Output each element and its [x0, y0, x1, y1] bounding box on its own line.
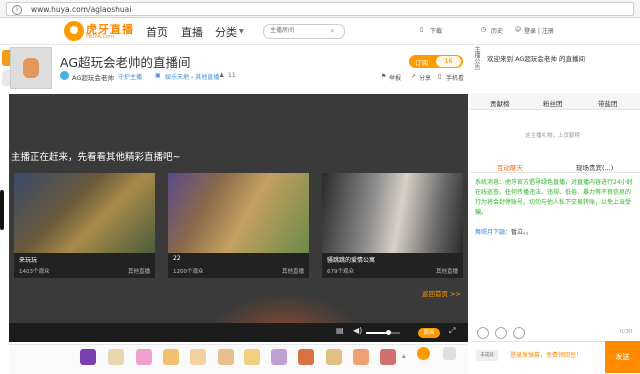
search-box[interactable]: ⌕: [263, 24, 345, 39]
gift-icon[interactable]: [163, 349, 179, 365]
back-home-link[interactable]: 返回首页 >>: [422, 288, 461, 298]
category-link-icon: ▣: [155, 72, 161, 79]
volume-icon[interactable]: ◀): [353, 326, 362, 335]
chevron-down-icon[interactable]: ▼: [239, 28, 244, 35]
nav-home[interactable]: 首页: [146, 24, 168, 40]
emoji-icon[interactable]: [477, 327, 489, 339]
login-register-link[interactable]: 登录 | 注册: [524, 26, 554, 35]
category-breadcrumb[interactable]: 娱乐天地 › 其他直播: [165, 72, 219, 81]
card-category: 其他直播: [435, 269, 458, 275]
browser-address-bar: i www.huya.com/aglaoshuai: [0, 0, 640, 18]
subscribe-label: 订阅: [415, 59, 428, 67]
fan-badge[interactable]: 未成就: [476, 350, 498, 361]
viewer-count: 11: [228, 72, 236, 79]
chat-text: 暂泣。。: [511, 229, 533, 236]
chat-message: 舞照月下鼬：暂泣。。: [475, 227, 532, 236]
rank-empty-text: 这主播礼物，上贡献榜: [525, 133, 581, 139]
volume-fill: [366, 332, 388, 334]
recommend-card[interactable]: 骚跳跳的爱情公寓 679个观众 其他直播: [322, 173, 463, 278]
card-thumbnail[interactable]: [14, 173, 155, 253]
volume-knob[interactable]: [386, 330, 391, 335]
search-icon[interactable]: ⌕: [330, 26, 334, 36]
tab-salt-group[interactable]: 带盐团: [598, 98, 618, 108]
search-input[interactable]: [270, 26, 322, 36]
gift-icon[interactable]: [218, 349, 234, 365]
send-button[interactable]: 发送: [605, 341, 640, 373]
subscribe-button[interactable]: 订阅 16: [409, 55, 463, 68]
gift-icon[interactable]: [271, 349, 287, 365]
gift-icon[interactable]: [80, 349, 96, 365]
chat-username[interactable]: 舞照月下鼬：: [475, 229, 511, 236]
color-danmaku-icon[interactable]: [495, 327, 507, 339]
gift-icon[interactable]: [380, 349, 396, 365]
offline-message: 主播正在赶来，先看看其他精彩直播吧~: [11, 152, 181, 163]
url-text[interactable]: www.huya.com/aglaoshuai: [31, 4, 131, 15]
gift-bar: [9, 344, 468, 374]
recommend-card[interactable]: 来玩玩 1403个观众 其他直播: [14, 173, 155, 278]
mobile-icon[interactable]: ▯: [438, 73, 441, 80]
anchor-avatar[interactable]: [10, 47, 52, 89]
download-icon[interactable]: ▯: [420, 26, 423, 33]
report-icon[interactable]: ⚑: [381, 73, 386, 80]
card-category: 其他直播: [281, 269, 304, 275]
huya-logo-icon[interactable]: [64, 21, 84, 41]
volume-slider[interactable]: [366, 330, 400, 335]
card-viewers: 1200个观众: [173, 269, 204, 275]
card-viewers: 1403个观众: [19, 269, 50, 275]
fullscreen-icon[interactable]: ⤢: [449, 326, 455, 336]
page-info-icon[interactable]: i: [12, 5, 22, 15]
site-logo-sub: HUYA.com: [86, 34, 115, 40]
gift-icon[interactable]: [326, 349, 342, 365]
url-field[interactable]: i www.huya.com/aglaoshuai: [6, 2, 634, 16]
anchor-notice-tab[interactable]: 主播公告: [471, 46, 481, 92]
mobile-watch-link[interactable]: 手机看: [446, 73, 464, 82]
card-thumbnail[interactable]: [322, 173, 463, 253]
nav-live[interactable]: 直播: [181, 24, 203, 40]
chat-tab-bar: [470, 158, 640, 173]
system-message: 系统消息：虎牙官方倡导绿色直播，对直播内容进行24小时在线巡查。任何传播违法、违…: [475, 179, 633, 216]
card-title[interactable]: 骚跳跳的爱情公寓: [327, 255, 375, 264]
tab-fans[interactable]: 粉丝团: [543, 98, 563, 108]
report-link[interactable]: 举报: [389, 73, 401, 82]
anchor-level-icon: [60, 71, 69, 80]
share-icon[interactable]: ↗: [411, 73, 416, 80]
card-viewers: 679个观众: [327, 269, 354, 275]
gift-scroll-arrow-icon[interactable]: ▴: [402, 352, 406, 360]
gift-icon[interactable]: [244, 349, 260, 365]
font-style-icon[interactable]: [513, 327, 525, 339]
welcome-message: 欢迎来到 AG超玩会老帅 的直播间: [487, 55, 586, 63]
recharge-icon[interactable]: [417, 347, 430, 360]
card-title[interactable]: 来玩玩: [19, 255, 37, 264]
sidebar-toggle-handle[interactable]: [0, 190, 4, 230]
tab-vip[interactable]: 现场贵宾(...): [576, 162, 613, 172]
guard-anchor-link[interactable]: 守护主播: [118, 72, 142, 81]
gift-icon[interactable]: [298, 349, 314, 365]
tab-contribution[interactable]: 贡献榜: [490, 98, 510, 108]
video-player[interactable]: 主播正在赶来，先看看其他精彩直播吧~ 来玩玩 1403个观众 其他直播 22 1…: [9, 94, 468, 342]
subscribe-count: 16: [436, 56, 461, 67]
download-link[interactable]: 下载: [430, 26, 442, 35]
card-category: 其他直播: [127, 269, 150, 275]
quality-selector[interactable]: 原画: [418, 328, 440, 338]
char-counter: 0/30: [620, 329, 633, 335]
recommend-card[interactable]: 22 1200个观众 其他直播: [168, 173, 309, 278]
history-icon[interactable]: ◷: [481, 26, 486, 33]
viewers-icon: ♟: [219, 72, 225, 79]
share-link[interactable]: 分享: [419, 73, 431, 82]
history-link[interactable]: 历史: [491, 26, 503, 35]
gift-icon[interactable]: [353, 349, 369, 365]
chat-input-hint[interactable]: 登录发弹幕，免费领回豆！: [510, 350, 582, 359]
tab-chat[interactable]: 互动聊天: [497, 162, 523, 172]
gift-icon[interactable]: [136, 349, 152, 365]
gift-icon[interactable]: [108, 349, 124, 365]
card-title[interactable]: 22: [173, 255, 181, 262]
anchor-name[interactable]: AG超玩会老帅: [72, 72, 114, 82]
room-title: AG超玩会老帅的直播间: [60, 55, 191, 70]
card-thumbnail[interactable]: [168, 173, 309, 253]
gift-icon[interactable]: [190, 349, 206, 365]
user-icon[interactable]: ☺: [515, 26, 521, 33]
package-icon[interactable]: [443, 347, 456, 360]
nav-category[interactable]: 分类: [215, 24, 237, 40]
danmaku-toggle-icon[interactable]: ▤: [336, 326, 344, 335]
